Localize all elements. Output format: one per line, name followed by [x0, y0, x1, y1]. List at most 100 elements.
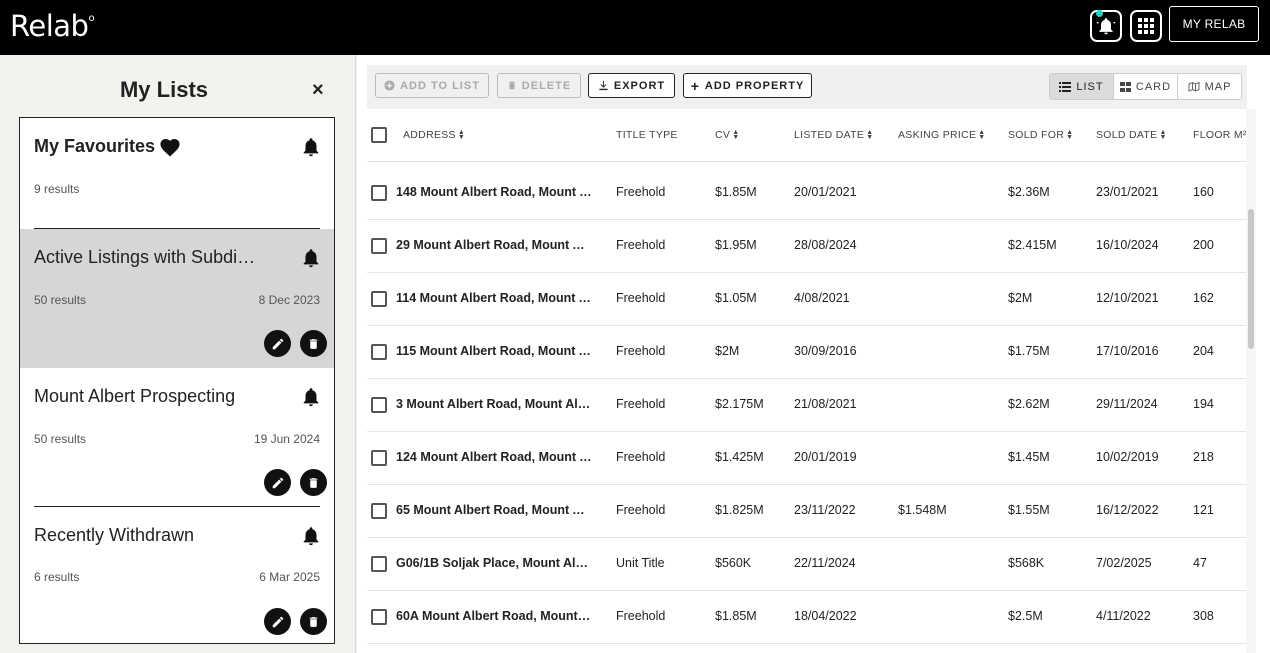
delete-list-button[interactable] — [300, 330, 327, 357]
sort-icon: ▲ ▼ — [457, 129, 466, 142]
cell-address[interactable]: 60A Mount Albert Road, Mount Albert — [396, 609, 592, 623]
trash-icon — [309, 477, 318, 488]
delete-button[interactable]: DELETE — [497, 73, 581, 98]
relab-logo[interactable]: Relabo — [10, 9, 95, 43]
cell-address[interactable]: 29 Mount Albert Road, Mount Albert — [396, 238, 592, 252]
export-button[interactable]: EXPORT — [588, 73, 675, 98]
cell-sold-for: $2.62M — [1008, 397, 1050, 411]
table-row[interactable]: 124 Mount Albert Road, Mount Albert Freeh… — [367, 432, 1247, 485]
bell-icon[interactable] — [300, 136, 322, 158]
trash-icon — [508, 81, 515, 90]
col-address[interactable]: ADDRESS ▲ ▼ — [403, 129, 465, 141]
row-checkbox[interactable] — [371, 397, 387, 413]
sort-icon: ▲ ▼ — [732, 129, 740, 142]
cell-sold-for: $1.45M — [1008, 450, 1050, 464]
cell-listed-date: 23/11/2022 — [794, 503, 856, 517]
map-view-button[interactable]: MAP — [1178, 74, 1241, 99]
table-row[interactable]: 115 Mount Albert Road, Mount Albert Freeh… — [367, 326, 1247, 379]
lists-container: My Favourites 9 results Active Listings … — [19, 117, 335, 644]
row-checkbox[interactable] — [371, 185, 387, 201]
cell-listed-date: 20/01/2019 — [794, 450, 857, 464]
cell-sold-date: 17/10/2016 — [1096, 344, 1159, 358]
my-relab-button[interactable]: MY RELAB — [1169, 6, 1259, 42]
bell-icon[interactable] — [300, 525, 322, 547]
cell-sold-for: $2M — [1008, 291, 1033, 305]
cell-floor-area: 160 — [1193, 185, 1214, 199]
bell-icon[interactable] — [300, 247, 322, 269]
col-listed-date[interactable]: LISTED DATE ▲ ▼ — [794, 129, 873, 141]
cell-sold-for: $1.75M — [1008, 344, 1050, 358]
row-checkbox[interactable] — [371, 238, 387, 254]
cell-address[interactable]: 124 Mount Albert Road, Mount Albert — [396, 450, 592, 464]
list-item-my-favourites[interactable]: My Favourites 9 results — [20, 118, 334, 229]
col-cv[interactable]: CV ▲ ▼ — [715, 129, 739, 141]
notifications-button[interactable] — [1090, 10, 1122, 42]
scrollbar-thumb[interactable] — [1248, 209, 1254, 349]
add-to-list-button[interactable]: ADD TO LIST — [375, 73, 489, 98]
col-floor-area[interactable]: FLOOR M²▲▼ — [1193, 129, 1247, 141]
row-checkbox[interactable] — [371, 291, 387, 307]
apps-button[interactable] — [1130, 10, 1162, 42]
cell-sold-date: 7/02/2025 — [1096, 556, 1152, 570]
row-checkbox[interactable] — [371, 344, 387, 360]
row-checkbox[interactable] — [371, 556, 387, 572]
cell-address[interactable]: 114 Mount Albert Road, Mount Albert — [396, 291, 592, 305]
col-sold-date[interactable]: SOLD DATE ▲ ▼ — [1096, 129, 1167, 141]
cell-cv: $1.05M — [715, 291, 757, 305]
cell-cv: $1.85M — [715, 185, 757, 199]
cell-address[interactable]: G06/1B Soljak Place, Mount Albert — [396, 556, 592, 570]
list-icon — [1059, 81, 1072, 92]
table-row[interactable]: G06/1B Soljak Place, Mount Albert Unit Ti… — [367, 538, 1247, 591]
cell-sold-for: $568K — [1008, 556, 1045, 570]
cell-sold-date: 12/10/2021 — [1096, 291, 1159, 305]
vertical-scrollbar[interactable] — [1246, 109, 1256, 653]
cell-sold-date: 23/01/2021 — [1096, 185, 1159, 199]
heart-icon — [160, 138, 180, 157]
cell-sold-for: $1.55M — [1008, 503, 1050, 517]
cell-address[interactable]: 3 Mount Albert Road, Mount Albert — [396, 397, 592, 411]
close-icon[interactable]: × — [312, 79, 324, 102]
cell-cv: $1.425M — [715, 450, 764, 464]
bell-icon[interactable] — [300, 386, 322, 408]
list-view-button[interactable]: LIST — [1050, 74, 1114, 99]
table-row[interactable]: 114 Mount Albert Road, Mount Albert Freeh… — [367, 273, 1247, 326]
col-sold-for[interactable]: SOLD FOR ▲ ▼ — [1008, 129, 1073, 141]
list-item-recently-withdrawn[interactable]: Recently Withdrawn 6 results 6 Mar 2025 — [20, 507, 334, 643]
table-row[interactable]: 60A Mount Albert Road, Mount Albert Freeh… — [367, 591, 1247, 644]
cell-sold-date: 16/10/2024 — [1096, 238, 1159, 252]
edit-button[interactable] — [264, 608, 291, 635]
trash-icon — [309, 616, 318, 627]
list-title: Recently Withdrawn — [34, 525, 195, 545]
sort-icon: ▲ ▼ — [1066, 129, 1074, 142]
cell-address[interactable]: 65 Mount Albert Road, Mount Albert — [396, 503, 592, 517]
list-item-mount-albert-prospecting[interactable]: Mount Albert Prospecting 50 results 19 J… — [20, 368, 334, 507]
row-checkbox[interactable] — [371, 450, 387, 466]
pencil-icon — [272, 477, 283, 488]
table-header: ADDRESS ▲ ▼ TITLE TYPE CV ▲ ▼ LISTED DATE ▲ ▼ … — [367, 109, 1247, 162]
table-row[interactable]: 148 Mount Albert Road, Mount Albert Freeh… — [367, 167, 1247, 220]
table-row[interactable]: 3 Mount Albert Road, Mount Albert Freehol… — [367, 379, 1247, 432]
delete-list-button[interactable] — [300, 608, 327, 635]
cell-floor-area: 308 — [1193, 609, 1214, 623]
delete-list-button[interactable] — [300, 469, 327, 496]
row-checkbox[interactable] — [371, 503, 387, 519]
list-result-count: 50 results — [34, 432, 87, 446]
table-row[interactable]: 65 Mount Albert Road, Mount Albert Freeho… — [367, 485, 1247, 538]
cell-title-type: Freehold — [616, 291, 666, 305]
cell-address[interactable]: 115 Mount Albert Road, Mount Albert — [396, 344, 592, 358]
select-all-checkbox[interactable] — [371, 127, 387, 143]
add-property-button[interactable]: + ADD PROPERTY — [683, 73, 812, 98]
card-view-button[interactable]: CARD — [1114, 74, 1178, 99]
table-row[interactable]: 29 Mount Albert Road, Mount Albert Freeho… — [367, 220, 1247, 273]
cell-title-type: Freehold — [616, 503, 666, 517]
cell-floor-area: 204 — [1193, 344, 1214, 358]
main-content: ADD TO LIST DELETE EXPORT + ADD PROPERTY… — [357, 55, 1270, 653]
edit-button[interactable] — [264, 330, 291, 357]
plus-circle-icon — [384, 80, 395, 91]
row-checkbox[interactable] — [371, 609, 387, 625]
list-item-active-listings[interactable]: Active Listings with Subdi… 50 results 8… — [20, 229, 334, 368]
col-asking-price[interactable]: ASKING PRICE ▲ ▼ — [898, 129, 986, 141]
edit-button[interactable] — [264, 469, 291, 496]
cell-address[interactable]: 148 Mount Albert Road, Mount Albert — [396, 185, 592, 199]
list-result-count: 6 results — [34, 570, 80, 584]
